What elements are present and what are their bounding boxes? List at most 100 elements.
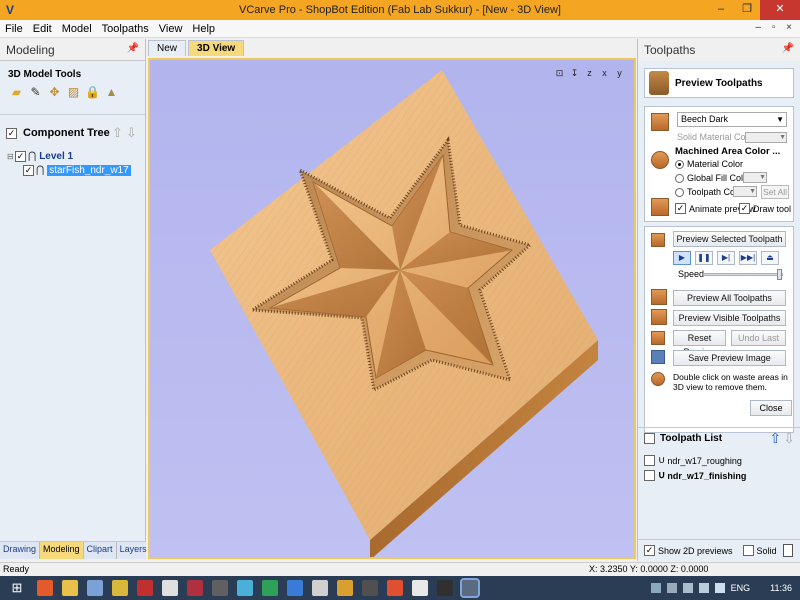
maximize-button[interactable]: ❐: [734, 0, 760, 20]
menu-help[interactable]: Help: [187, 23, 220, 35]
3d-view-canvas[interactable]: ⊡ ↧ z x y: [148, 58, 636, 559]
x-axis-view-icon[interactable]: x: [598, 66, 611, 80]
network-icon[interactable]: [666, 583, 677, 593]
tree-component-row[interactable]: ⋂ starFish_ndr_w17: [23, 163, 145, 177]
tray-icon[interactable]: [650, 583, 661, 593]
menu-view[interactable]: View: [154, 23, 188, 35]
magic-wand-icon[interactable]: ✎: [28, 85, 43, 100]
y-axis-view-icon[interactable]: y: [613, 66, 626, 80]
app-icon[interactable]: [287, 580, 303, 596]
mdi-window-controls[interactable]: – ▫ ×: [755, 22, 796, 33]
toolpath-checkbox[interactable]: [644, 455, 655, 466]
preview-visible-toolpaths-button[interactable]: Preview Visible Toolpaths: [673, 310, 786, 326]
toolpath-checkbox[interactable]: [644, 470, 655, 481]
app-icon[interactable]: [162, 580, 178, 596]
tab-3d-view[interactable]: 3D View: [188, 40, 245, 56]
solid-option[interactable]: Solid: [742, 545, 777, 556]
close-window-button[interactable]: ✕: [760, 0, 800, 20]
toolpath-name[interactable]: ndr_w17_roughing: [667, 456, 742, 466]
move-down-icon[interactable]: ⇩: [126, 124, 137, 141]
pin-icon[interactable]: 📌: [127, 43, 139, 54]
component-label[interactable]: starFish_ndr_w17: [47, 164, 131, 176]
menu-file[interactable]: File: [0, 23, 28, 35]
folder-icon[interactable]: ▰: [9, 85, 24, 100]
app-icon[interactable]: [212, 580, 228, 596]
tab-modeling[interactable]: Modeling: [40, 542, 84, 559]
app-icon[interactable]: [262, 580, 278, 596]
clock[interactable]: 11:36: [770, 583, 792, 593]
iso-view-icon[interactable]: ↧: [568, 66, 581, 80]
app-icon[interactable]: [87, 580, 103, 596]
zoom-extents-icon[interactable]: ⊡: [553, 66, 566, 80]
component-tree-checkbox[interactable]: [6, 127, 17, 139]
tree-level-row[interactable]: ⊟ ⋂ Level 1: [7, 149, 145, 163]
show-2d-previews-checkbox[interactable]: [644, 545, 655, 556]
z-axis-view-icon[interactable]: z: [583, 66, 596, 80]
level-checkbox[interactable]: [15, 150, 26, 162]
skip-end-icon[interactable]: ⏏: [761, 251, 779, 265]
radio-global-fill[interactable]: Global Fill Color: [675, 173, 751, 183]
radio-button[interactable]: [675, 187, 684, 197]
start-button-icon[interactable]: ⊞: [6, 578, 28, 598]
collapse-icon[interactable]: ⊟: [7, 152, 15, 161]
app-icon[interactable]: [412, 580, 428, 596]
flag-icon[interactable]: [682, 583, 693, 593]
fast-forward-icon[interactable]: ▶▶|: [739, 251, 757, 265]
app-icon[interactable]: [137, 580, 153, 596]
radio-button[interactable]: [675, 159, 684, 169]
tab-layers[interactable]: Layers: [117, 542, 151, 559]
app-icon[interactable]: [437, 580, 453, 596]
vcarve-taskbar-icon[interactable]: [460, 578, 480, 598]
move-down-icon[interactable]: ⇩: [783, 430, 795, 447]
app-icon[interactable]: [337, 580, 353, 596]
firefox-icon[interactable]: [37, 580, 53, 596]
play-icon[interactable]: ▶: [673, 251, 691, 265]
mesh-icon[interactable]: ▲: [104, 85, 119, 100]
draw-tool-option[interactable]: Draw tool: [739, 203, 791, 214]
toolpath-color-swatch[interactable]: ▼: [733, 186, 757, 197]
battery-icon[interactable]: [698, 583, 709, 593]
language-indicator[interactable]: ENG: [731, 583, 751, 593]
solid-checkbox[interactable]: [742, 545, 754, 556]
file-explorer-icon[interactable]: [62, 580, 78, 596]
component-checkbox[interactable]: [23, 164, 34, 176]
close-preview-button[interactable]: Close: [750, 400, 792, 416]
arrows-icon[interactable]: ✥: [47, 85, 62, 100]
step-forward-icon[interactable]: ▶|: [717, 251, 735, 265]
radio-button[interactable]: [675, 173, 684, 183]
app-icon[interactable]: [237, 580, 253, 596]
minimize-button[interactable]: –: [708, 0, 734, 20]
slice-icon[interactable]: ▨: [66, 85, 81, 100]
toolpath-name[interactable]: ndr_w17_finishing: [667, 471, 746, 481]
preview-all-toolpaths-button[interactable]: Preview All Toolpaths: [673, 290, 786, 306]
lock-icon[interactable]: 🔒: [85, 85, 100, 100]
radio-material-color[interactable]: Material Color: [675, 159, 743, 169]
tab-drawing[interactable]: Drawing: [0, 542, 41, 559]
speed-slider[interactable]: [703, 269, 783, 280]
move-up-icon[interactable]: ⇧: [112, 124, 123, 141]
pause-icon[interactable]: ❚❚: [695, 251, 713, 265]
solid-color-swatch[interactable]: ▼: [745, 132, 787, 143]
speed-slider-thumb[interactable]: [777, 269, 782, 280]
app-icon[interactable]: [187, 580, 203, 596]
draw-tool-checkbox[interactable]: [739, 203, 750, 214]
app-icon[interactable]: [387, 580, 403, 596]
toolpath-item[interactable]: ∪ ndr_w17_roughing: [644, 455, 742, 466]
undo-last-button[interactable]: Undo Last: [731, 330, 786, 346]
reset-preview-button[interactable]: Reset Preview: [673, 330, 726, 357]
app-icon[interactable]: [312, 580, 328, 596]
app-icon[interactable]: [362, 580, 378, 596]
menu-edit[interactable]: Edit: [28, 23, 57, 35]
toolpath-list-checkbox[interactable]: [644, 433, 655, 444]
global-fill-swatch[interactable]: ▼: [743, 172, 767, 183]
volume-icon[interactable]: [714, 583, 725, 593]
toolpath-summary-icon[interactable]: [783, 544, 793, 557]
tab-new[interactable]: New: [148, 40, 187, 56]
app-icon[interactable]: [112, 580, 128, 596]
menu-model[interactable]: Model: [57, 23, 97, 35]
pin-icon[interactable]: 📌: [782, 43, 794, 54]
toolpath-item[interactable]: ∪ ndr_w17_finishing: [644, 470, 746, 481]
preview-selected-toolpath-button[interactable]: Preview Selected Toolpath: [673, 231, 786, 247]
move-up-icon[interactable]: ⇧: [770, 430, 782, 447]
animate-preview-checkbox[interactable]: [675, 203, 686, 214]
